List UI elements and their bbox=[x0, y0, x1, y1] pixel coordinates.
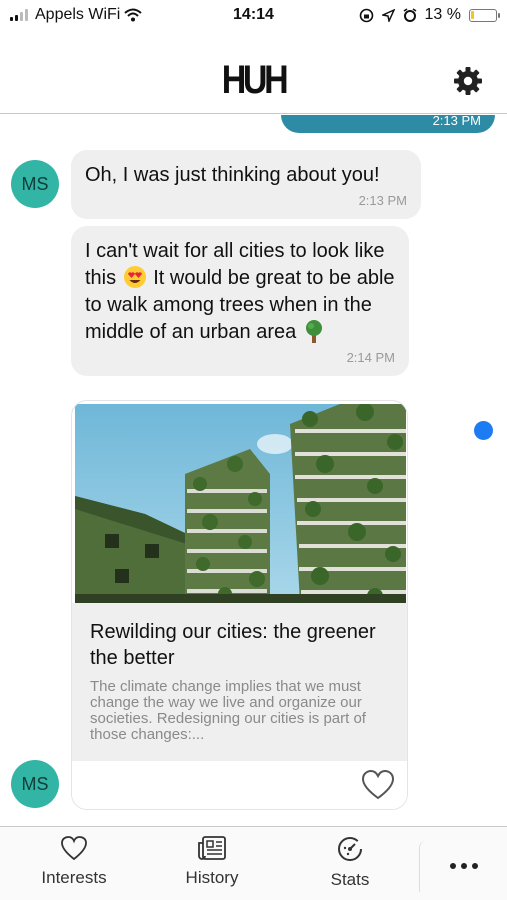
app-header: HUH bbox=[0, 34, 507, 114]
heart-icon bbox=[61, 836, 87, 861]
alarm-icon bbox=[403, 8, 416, 22]
message-time: 2:13 PM bbox=[358, 193, 407, 208]
stats-dial-icon bbox=[338, 837, 362, 861]
tab-interests[interactable]: Interests bbox=[26, 827, 122, 900]
location-icon bbox=[381, 8, 395, 22]
tab-bar: Interests History Stats bbox=[0, 826, 507, 900]
avatar[interactable]: MS bbox=[11, 760, 59, 808]
rotation-lock-icon bbox=[359, 8, 373, 22]
received-message-bubble[interactable]: Oh, I was just thinking about you! 2:13 … bbox=[71, 150, 421, 219]
tab-history[interactable]: History bbox=[166, 827, 258, 900]
more-dots-icon bbox=[449, 863, 478, 869]
article-card-body[interactable]: Rewilding our cities: the greener the be… bbox=[72, 603, 407, 761]
tab-label: History bbox=[185, 868, 239, 887]
more-button[interactable] bbox=[419, 840, 507, 892]
vertical-forest-photo bbox=[75, 404, 406, 603]
message-text: Oh, I was just thinking about you! bbox=[85, 164, 380, 186]
sent-message-bubble[interactable]: 2:13 PM bbox=[281, 115, 495, 133]
message-time: 2:13 PM bbox=[432, 115, 481, 128]
newspaper-icon bbox=[198, 836, 226, 860]
tab-stats[interactable]: Stats bbox=[310, 827, 390, 900]
avatar[interactable]: MS bbox=[11, 160, 59, 208]
article-card[interactable]: Rewilding our cities: the greener the be… bbox=[71, 400, 408, 810]
app-logo: HUH bbox=[221, 58, 289, 102]
received-message-bubble[interactable]: I can't wait for all cities to look like… bbox=[71, 226, 409, 376]
battery-percent: 13 % bbox=[424, 6, 461, 23]
heart-outline-icon[interactable] bbox=[361, 769, 395, 801]
article-description: The climate change implies that we must … bbox=[90, 678, 366, 743]
message-time: 2:14 PM bbox=[346, 350, 395, 365]
chat-thread[interactable]: 2:13 PM MS Oh, I was just thinking about… bbox=[0, 115, 507, 825]
article-title: Rewilding our cities: the greener the be… bbox=[90, 621, 376, 669]
status-right: 13 % bbox=[359, 6, 500, 24]
battery-icon bbox=[469, 8, 500, 22]
status-bar: Appels WiFi 14:14 13 % bbox=[0, 0, 507, 34]
gear-icon[interactable] bbox=[453, 66, 483, 96]
unread-indicator bbox=[474, 421, 493, 440]
battery-level bbox=[471, 10, 474, 19]
tab-label: Interests bbox=[41, 868, 107, 887]
heart-eyes-emoji-icon bbox=[123, 265, 146, 288]
article-card-footer bbox=[72, 761, 407, 809]
tab-label: Stats bbox=[330, 870, 370, 889]
tree-emoji-icon bbox=[305, 319, 322, 343]
